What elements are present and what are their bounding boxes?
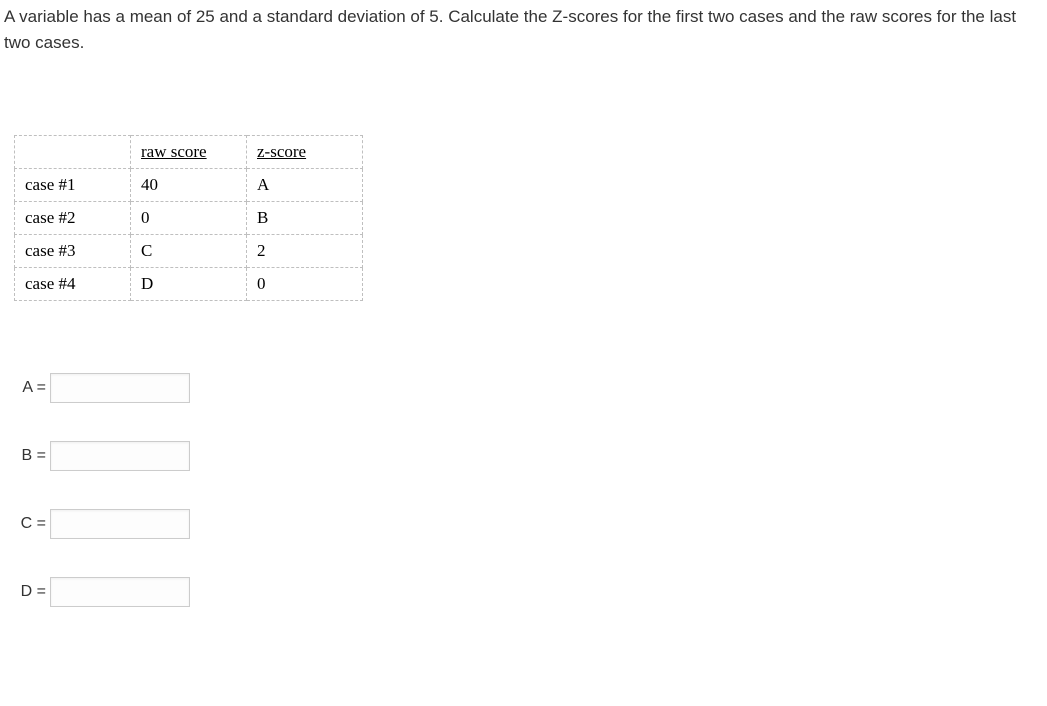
table-row: case #1 40 A [15, 168, 363, 201]
table-row: case #3 C 2 [15, 234, 363, 267]
cell-z: 0 [247, 267, 363, 300]
cell-raw: D [131, 267, 247, 300]
cell-case: case #1 [15, 168, 131, 201]
data-table: raw score z-score case #1 40 A case #2 0… [14, 135, 363, 301]
header-raw-score: raw score [131, 135, 247, 168]
cell-raw: C [131, 234, 247, 267]
answer-label-b: B = [14, 447, 46, 465]
cell-z: B [247, 201, 363, 234]
answer-input-a[interactable] [50, 373, 190, 403]
header-z-score: z-score [247, 135, 363, 168]
cell-z: 2 [247, 234, 363, 267]
answer-input-b[interactable] [50, 441, 190, 471]
header-blank [15, 135, 131, 168]
answer-label-c: C = [14, 515, 46, 533]
cell-case: case #4 [15, 267, 131, 300]
cell-raw: 0 [131, 201, 247, 234]
answer-input-d[interactable] [50, 577, 190, 607]
answer-row-d: D = [14, 577, 1047, 607]
answer-label-a: A = [14, 379, 46, 397]
question-text: A variable has a mean of 25 and a standa… [0, 0, 1047, 57]
cell-z: A [247, 168, 363, 201]
cell-raw: 40 [131, 168, 247, 201]
answer-row-a: A = [14, 373, 1047, 403]
answer-block: A = B = C = D = [14, 373, 1047, 607]
cell-case: case #3 [15, 234, 131, 267]
table-header-row: raw score z-score [15, 135, 363, 168]
answer-row-b: B = [14, 441, 1047, 471]
table-row: case #4 D 0 [15, 267, 363, 300]
answer-row-c: C = [14, 509, 1047, 539]
answer-label-d: D = [14, 583, 46, 601]
answer-input-c[interactable] [50, 509, 190, 539]
table-row: case #2 0 B [15, 201, 363, 234]
cell-case: case #2 [15, 201, 131, 234]
